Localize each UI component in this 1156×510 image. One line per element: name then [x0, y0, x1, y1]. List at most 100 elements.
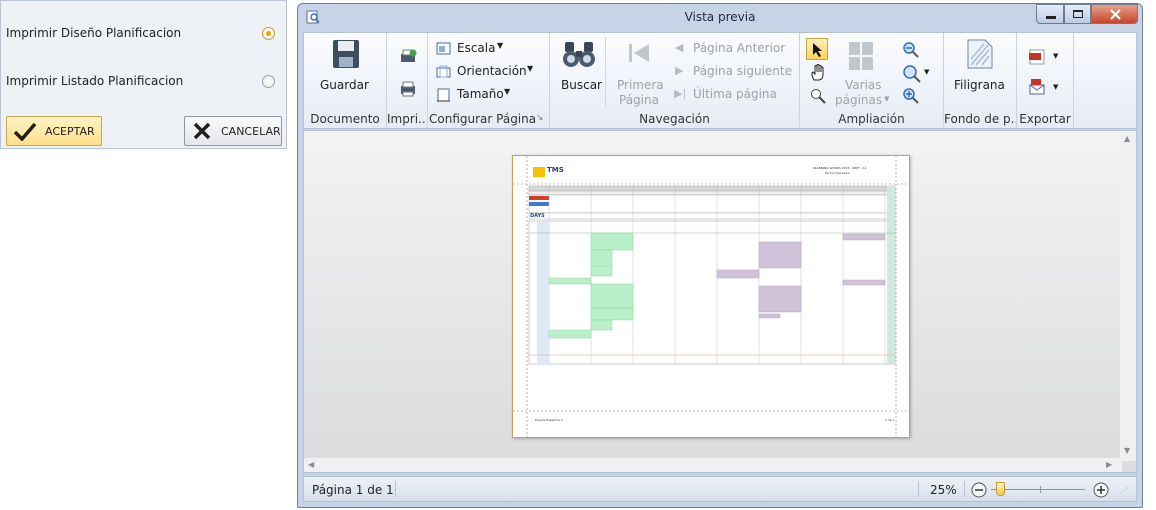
- checkmark-icon: [13, 122, 37, 141]
- option-list-label[interactable]: Imprimir Listado Planificacion: [6, 74, 183, 88]
- save-button[interactable]: Guardar: [320, 78, 369, 92]
- dialog-launcher-icon[interactable]: ↘: [536, 113, 544, 123]
- zoom-icon[interactable]: [903, 65, 921, 83]
- group-fondo-label: Fondo de p...: [944, 112, 1016, 126]
- multiple-pages-chevron-icon: ▼: [884, 95, 890, 103]
- last-page-button[interactable]: Última página: [693, 87, 777, 101]
- preview-window: Vista previa Guardar Documento Impri... …: [297, 3, 1143, 508]
- next-page-icon: ▶: [675, 64, 684, 77]
- option-design-radio[interactable]: [262, 27, 275, 40]
- print-options-dialog: Imprimir Diseño Planificacion Imprimir L…: [0, 0, 287, 149]
- page-header-date: Fecha Impresión: [825, 171, 850, 175]
- window-title: Vista previa: [684, 10, 756, 24]
- group-configurar: Escala ▼ Orientación ▼ Tamaño ▼ Configur…: [428, 33, 550, 128]
- print-options-icon[interactable]: [399, 49, 417, 65]
- multiple-pages-icon[interactable]: [848, 41, 874, 71]
- group-navegacion: Buscar Primera Página ◀ Página Anterior …: [550, 33, 800, 128]
- orientation-icon: [436, 65, 451, 78]
- close-window-button[interactable]: [1091, 4, 1138, 24]
- group-navegacion-label: Navegación: [639, 112, 710, 126]
- group-imprimir-label: Impri...: [387, 112, 427, 126]
- preview-area[interactable]: ▲ ▼ ◀ ▶ TMS PLANNING WORKS 2015 - SEPT -…: [303, 130, 1137, 473]
- close-icon: [1110, 9, 1121, 20]
- hand-tool-icon[interactable]: [810, 64, 826, 82]
- group-documento-label: Documento: [310, 112, 380, 126]
- page-logo-text: TMS: [547, 166, 564, 174]
- horizontal-scrollbar[interactable]: ◀ ▶: [304, 458, 1122, 472]
- zoom-slider-thumb[interactable]: [996, 482, 1005, 496]
- export-chevron-icon[interactable]: ▼: [1053, 52, 1058, 60]
- size-chevron-down-icon: ▼: [504, 87, 511, 96]
- first-page-label-1[interactable]: Primera: [617, 78, 664, 92]
- accept-label: ACEPTAR: [45, 124, 95, 138]
- save-disk-icon[interactable]: [332, 39, 360, 69]
- size-dropdown[interactable]: Tamaño: [457, 87, 504, 101]
- group-exportar: ▼ ▼ Exportar: [1017, 33, 1074, 128]
- accept-button[interactable]: ACEPTAR: [6, 116, 102, 146]
- group-configurar-label: Configurar Página: [429, 112, 537, 126]
- zoom-in-button[interactable]: [1093, 482, 1109, 498]
- status-bar: Página 1 de 1 25% ⋰: [303, 476, 1137, 502]
- send-chevron-icon[interactable]: ▼: [1053, 83, 1058, 91]
- group-ampliacion: Varias páginas ▼ ▼ Ampliación: [800, 33, 944, 128]
- group-ampliacion-label: Ampliación: [838, 112, 905, 126]
- next-page-button[interactable]: Página siguiente: [693, 64, 792, 78]
- resize-grip-icon[interactable]: ⋰: [1120, 486, 1128, 495]
- group-documento: Guardar Documento: [304, 33, 387, 128]
- multiple-pages-label-1[interactable]: Varias: [845, 78, 882, 92]
- pointer-tool-button[interactable]: [806, 38, 828, 60]
- first-page-label-2[interactable]: Página: [619, 93, 659, 107]
- zoom-chevron-icon[interactable]: ▼: [924, 68, 929, 76]
- binoculars-icon[interactable]: [562, 39, 596, 69]
- multiple-pages-label-2[interactable]: páginas: [835, 93, 882, 107]
- zoom-slider-track[interactable]: [991, 489, 1085, 490]
- group-fondo: Filigrana Fondo de p...: [944, 33, 1017, 128]
- zoom-level: 25%: [930, 483, 957, 497]
- quick-print-icon[interactable]: [399, 81, 417, 97]
- ribbon: Guardar Documento Impri... Escala ▼ Orie…: [303, 32, 1137, 129]
- option-list-radio[interactable]: [262, 75, 275, 88]
- cancel-button[interactable]: CANCELAR: [184, 116, 282, 146]
- days-label: DAYS: [530, 213, 545, 219]
- search-button[interactable]: Buscar: [561, 78, 602, 92]
- scroll-left-icon[interactable]: ◀: [308, 460, 314, 469]
- scale-dropdown[interactable]: Escala: [457, 41, 495, 55]
- close-x-icon: [193, 122, 211, 140]
- scale-chevron-down-icon: ▼: [497, 41, 504, 50]
- previous-page-button[interactable]: Página Anterior: [693, 41, 785, 55]
- option-design-label[interactable]: Imprimir Diseño Planificacion: [6, 26, 181, 40]
- page-footer-left: Fuente Española 4: [535, 418, 563, 422]
- group-imprimir: Impri...: [387, 33, 428, 128]
- send-pdf-mail-icon[interactable]: [1029, 79, 1045, 95]
- page-counter: Página 1 de 1: [312, 483, 394, 497]
- zoom-out-button[interactable]: [971, 482, 987, 498]
- page-footer-right: 1 de 1: [885, 418, 895, 422]
- cancel-label: CANCELAR: [221, 124, 281, 138]
- zoom-tool-icon[interactable]: [810, 88, 826, 104]
- size-icon: [437, 88, 450, 102]
- previous-page-icon: ◀: [675, 41, 684, 54]
- scroll-down-icon[interactable]: ▼: [1124, 446, 1130, 455]
- scale-icon: [436, 42, 451, 55]
- title-bar: Vista previa: [298, 4, 1142, 31]
- orientation-dropdown[interactable]: Orientación: [457, 64, 527, 78]
- pointer-icon: [813, 43, 822, 57]
- maximize-button[interactable]: [1064, 4, 1091, 24]
- first-page-icon[interactable]: [627, 42, 651, 64]
- watermark-button[interactable]: Filigrana: [954, 78, 1005, 92]
- zoom-out-icon[interactable]: [903, 42, 919, 58]
- minimize-button[interactable]: [1036, 4, 1064, 24]
- page-content: [513, 156, 909, 437]
- watermark-icon[interactable]: [967, 39, 993, 69]
- orientation-chevron-down-icon: ▼: [527, 64, 534, 73]
- preview-page[interactable]: TMS PLANNING WORKS 2015 - SEPT - 11 Fech…: [512, 155, 910, 438]
- scroll-up-icon[interactable]: ▲: [1124, 134, 1130, 143]
- export-pdf-icon[interactable]: [1029, 49, 1045, 65]
- zoom-in-icon[interactable]: [903, 88, 919, 104]
- vertical-scrollbar[interactable]: ▲ ▼: [1120, 131, 1136, 461]
- group-exportar-label: Exportar: [1019, 112, 1071, 126]
- last-page-icon: ▶|: [674, 87, 687, 100]
- logo-mark-icon: [533, 167, 545, 177]
- scroll-right-icon[interactable]: ▶: [1106, 460, 1112, 469]
- page-header-title: PLANNING WORKS 2015 - SEPT - 11: [813, 166, 867, 170]
